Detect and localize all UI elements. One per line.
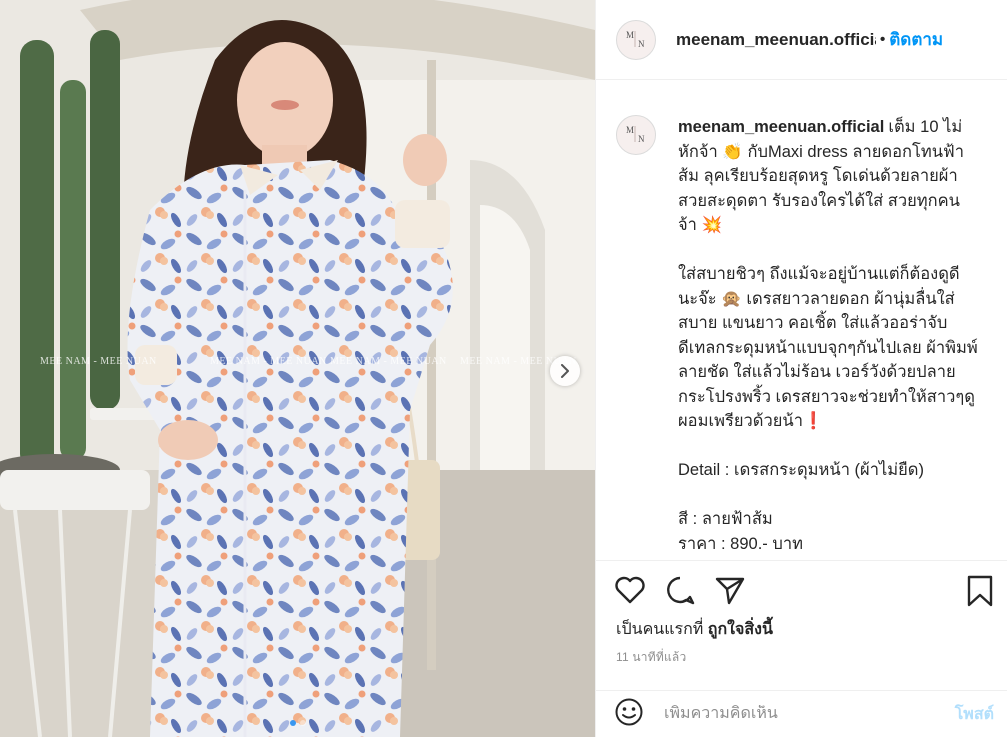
caption: M N meenam_meenuan.official เต็ม 10 ไม่หั… [616,115,992,560]
likes-prefix: เป็นคนแรกที่ [616,621,708,638]
carousel-dot [299,720,306,726]
carousel-indicator [0,720,595,726]
like-this-link[interactable]: ถูกใจสิ่งนี้ [708,621,773,638]
comment-form: โพสต์ [596,690,1007,737]
comment-bubble-icon[interactable] [664,575,696,610]
post-image[interactable]: MEE NAM - MEE NUAN MEE NAM - MEE NUAN ME… [0,0,595,737]
header-separator: • [880,31,886,48]
watermark: MEE NAM - MEE NUAN [330,356,447,367]
heart-icon[interactable] [614,575,646,610]
brand-logo-icon: M N [626,125,645,144]
watermark: MEE NAM - MEE NUAN [210,356,327,367]
follow-button[interactable]: ติดตาม [889,26,943,53]
post-header: M N meenam_meenuan.official • ติดตาม [596,0,1007,80]
post-sidebar: M N meenam_meenuan.official • ติดตาม M N… [595,0,1007,737]
next-image-button[interactable] [550,356,580,386]
svg-text:M: M [626,30,634,40]
caption-section: M N meenam_meenuan.official เต็ม 10 ไม่หั… [596,80,1007,560]
svg-text:N: N [638,134,645,144]
svg-text:M: M [626,125,634,135]
post-timestamp[interactable]: 11 นาทีที่แล้ว [616,648,686,667]
post-comment-button[interactable]: โพสต์ [955,702,994,727]
dress-photo [0,0,595,737]
comment-input[interactable] [664,705,955,723]
likes-summary: เป็นคนแรกที่ ถูกใจสิ่งนี้ [616,617,773,642]
paper-plane-icon[interactable] [714,575,746,610]
bookmark-icon[interactable] [966,575,994,612]
caption-text: meenam_meenuan.official เต็ม 10 ไม่หักจ้า… [678,115,978,560]
header-username[interactable]: meenam_meenuan.official [676,30,876,50]
avatar[interactable]: M N [616,115,656,155]
chevron-right-icon [561,364,569,378]
smiley-icon[interactable] [614,697,644,732]
watermark: MEE NAM - MEE NUAN [40,356,157,367]
avatar[interactable]: M N [616,19,656,60]
carousel-dot [289,720,296,726]
brand-logo-icon: M N [626,30,645,49]
caption-username[interactable]: meenam_meenuan.official [678,118,884,136]
svg-text:N: N [638,39,645,49]
caption-body: เต็ม 10 ไม่หักจ้า 👏 กับMaxi dress ลายดอก… [678,118,978,553]
